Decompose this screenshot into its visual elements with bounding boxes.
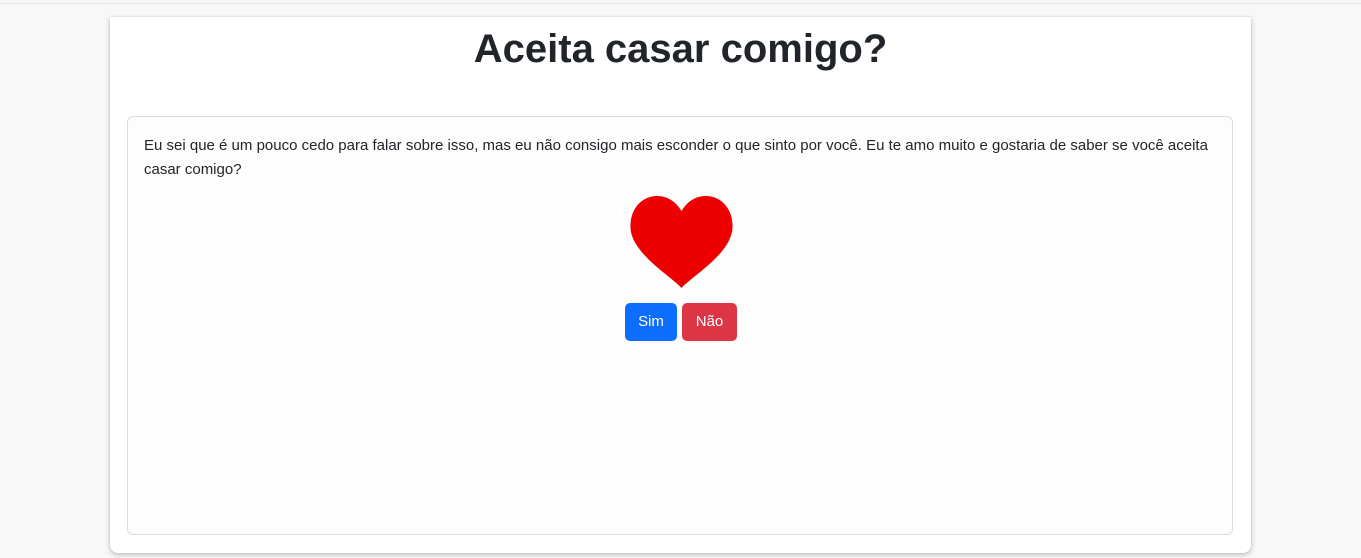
page-card: Aceita casar comigo? Eu sei que é um pou… [110,17,1251,553]
heart-icon [630,196,733,288]
yes-button[interactable]: Sim [625,303,677,341]
browser-top-border [0,3,1361,4]
no-button[interactable]: Não [682,303,737,341]
proposal-message: Eu sei que é um pouco cedo para falar so… [144,137,1208,178]
proposal-card: Eu sei que é um pouco cedo para falar so… [127,116,1233,535]
page-title: Aceita casar comigo? [473,27,888,71]
